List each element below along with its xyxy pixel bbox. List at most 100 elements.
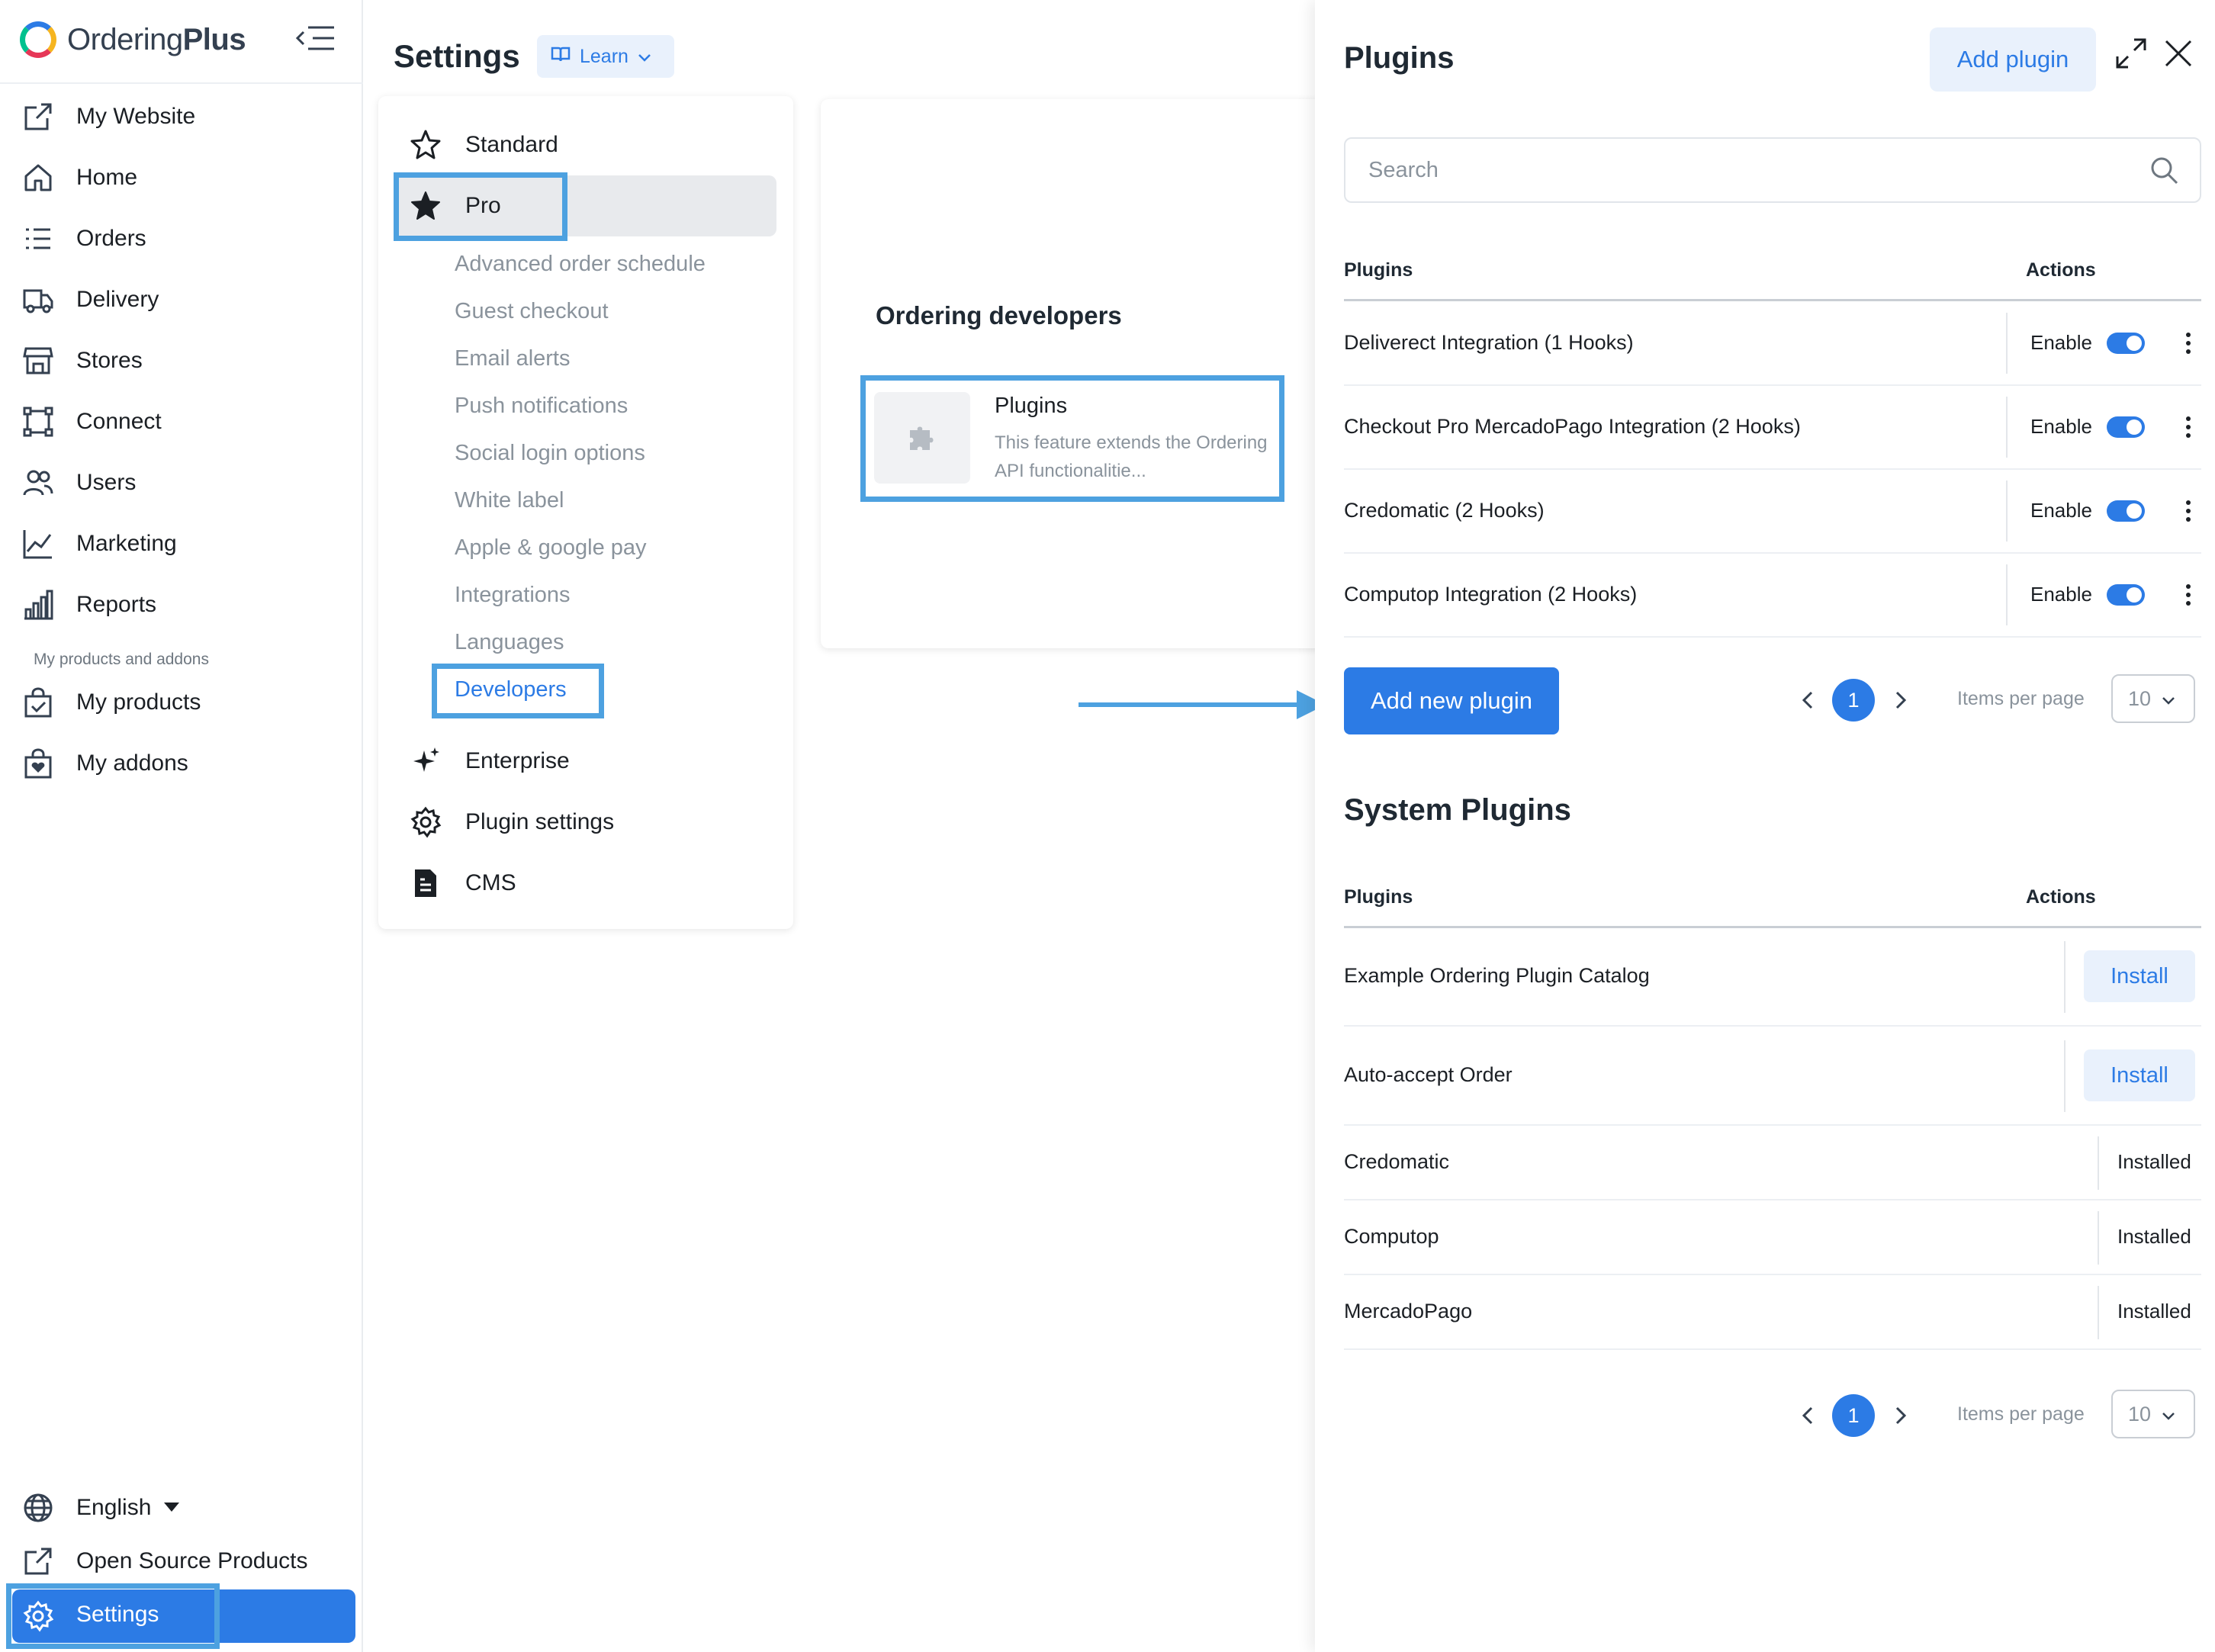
chevron-left-icon[interactable]: [1797, 1400, 1818, 1431]
globe-icon: [20, 1490, 56, 1526]
submenu-developers[interactable]: Developers: [455, 677, 567, 702]
sidebar-item-label: My products: [76, 689, 201, 715]
learn-label: Learn: [580, 45, 628, 67]
enable-toggle[interactable]: [2107, 416, 2145, 438]
column-divider: [2064, 941, 2066, 1013]
sidebar-item-my-products[interactable]: My products: [0, 676, 363, 729]
table-row: Checkout Pro MercadoPago Integration (2 …: [1344, 386, 2201, 470]
sidebar-item-label: Users: [76, 470, 137, 495]
learn-button[interactable]: Learn: [537, 35, 674, 78]
column-divider: [2098, 1136, 2099, 1190]
submenu-guest-checkout[interactable]: Guest checkout: [455, 299, 609, 324]
users-icon: [20, 464, 56, 501]
menu-item-cms[interactable]: CMS: [397, 857, 516, 909]
collapse-menu-icon[interactable]: [294, 21, 337, 55]
menu-item-label: Standard: [465, 132, 558, 157]
sidebar-item-label: Stores: [76, 348, 143, 373]
chevron-right-icon[interactable]: [1890, 1400, 1911, 1431]
menu-item-label: Plugin settings: [465, 809, 615, 834]
install-button[interactable]: Install: [2084, 950, 2195, 1002]
connect-icon: [20, 403, 56, 440]
search-field[interactable]: [1344, 137, 2201, 203]
sidebar-item-home[interactable]: Home: [0, 151, 363, 204]
sidebar-item-stores[interactable]: Stores: [0, 334, 363, 387]
plugin-name: Checkout Pro MercadoPago Integration (2 …: [1344, 415, 1801, 438]
page-number[interactable]: 1: [1832, 1394, 1875, 1437]
chevron-right-icon[interactable]: [1890, 685, 1911, 715]
sidebar-item-settings[interactable]: Settings: [12, 1589, 355, 1643]
submenu-integrations[interactable]: Integrations: [455, 583, 571, 608]
add-plugin-button[interactable]: Add plugin: [1930, 27, 2096, 92]
language-selector[interactable]: English: [0, 1481, 363, 1535]
bag-check-icon: [20, 684, 56, 721]
plugins-tile[interactable]: Plugins This feature extends the Orderin…: [866, 381, 1281, 496]
items-per-page-label: Items per page: [1957, 1403, 2085, 1425]
menu-item-enterprise[interactable]: Enterprise: [397, 735, 570, 787]
submenu-white-label[interactable]: White label: [455, 488, 564, 513]
sidebar-item-my-website[interactable]: My Website: [0, 90, 363, 143]
external-link-icon: [20, 1543, 56, 1580]
sidebar-item-label: Delivery: [76, 287, 159, 312]
page-number[interactable]: 1: [1832, 679, 1875, 722]
column-divider: [2006, 480, 2008, 542]
menu-item-label: Enterprise: [465, 748, 570, 773]
sidebar-item-my-addons[interactable]: My addons: [0, 737, 363, 790]
table-row: MercadoPago Installed: [1344, 1275, 2201, 1350]
plugin-name: Credomatic (2 Hooks): [1344, 499, 1545, 522]
plugin-name: Deliverect Integration (1 Hooks): [1344, 331, 1634, 354]
submenu-advanced-order-schedule[interactable]: Advanced order schedule: [455, 252, 706, 277]
column-header-plugins: Plugins: [1344, 886, 1413, 908]
search-input[interactable]: [1368, 153, 2101, 188]
sidebar-item-delivery[interactable]: Delivery: [0, 273, 363, 326]
table-row: Example Ordering Plugin Catalog Install: [1344, 927, 2201, 1027]
chevron-left-icon[interactable]: [1797, 685, 1818, 715]
developers-card: [821, 99, 1324, 648]
sidebar-item-orders[interactable]: Orders: [0, 212, 363, 265]
items-per-page-select[interactable]: 10: [2111, 1390, 2195, 1438]
sidebar-item-reports[interactable]: Reports: [0, 578, 363, 632]
enable-toggle[interactable]: [2107, 500, 2145, 522]
submenu-email-alerts[interactable]: Email alerts: [455, 346, 571, 371]
sidebar-item-marketing[interactable]: Marketing: [0, 517, 363, 570]
menu-item-pro[interactable]: Pro: [397, 180, 501, 232]
items-per-page-select[interactable]: 10: [2111, 674, 2195, 723]
table-row: Auto-accept Order Install: [1344, 1027, 2201, 1126]
more-options-icon[interactable]: [2184, 333, 2192, 358]
sidebar-item-label: Orders: [76, 226, 146, 251]
system-plugins-title: System Plugins: [1344, 793, 1571, 827]
plugins-tile-description: This feature extends the Ordering API fu…: [995, 432, 1268, 481]
menu-item-plugin-settings[interactable]: Plugin settings: [397, 796, 614, 848]
document-icon: [407, 865, 444, 902]
plugins-tile-title: Plugins: [995, 394, 1068, 418]
submenu-languages[interactable]: Languages: [455, 630, 564, 655]
more-options-icon[interactable]: [2184, 584, 2192, 610]
installed-status: Installed: [2117, 1225, 2191, 1248]
submenu-apple-google-pay[interactable]: Apple & google pay: [455, 535, 647, 561]
column-header-actions: Actions: [2026, 886, 2096, 908]
more-options-icon[interactable]: [2184, 500, 2192, 526]
table-row: Credomatic Installed: [1344, 1126, 2201, 1200]
sidebar-item-users[interactable]: Users: [0, 456, 363, 509]
add-new-plugin-button[interactable]: Add new plugin: [1344, 667, 1559, 734]
more-options-icon[interactable]: [2184, 416, 2192, 442]
annotation-arrow: [1079, 702, 1300, 707]
expand-icon[interactable]: [2113, 35, 2149, 72]
items-per-page-label: Items per page: [1957, 688, 2085, 709]
brand-logo[interactable]: OrderingPlus: [20, 17, 246, 63]
enable-toggle[interactable]: [2107, 584, 2145, 606]
menu-item-standard[interactable]: Standard: [397, 119, 558, 171]
sidebar-item-connect[interactable]: Connect: [0, 395, 363, 448]
sidebar-item-label: Open Source Products: [76, 1548, 308, 1573]
table-row: Credomatic (2 Hooks) Enable: [1344, 470, 2201, 554]
close-icon[interactable]: [2160, 35, 2197, 72]
system-plugin-name: Credomatic: [1344, 1150, 1450, 1173]
install-button[interactable]: Install: [2084, 1049, 2195, 1101]
column-header-plugins: Plugins: [1344, 259, 1413, 281]
gear-icon: [20, 1598, 56, 1634]
chevron-down-icon: [2162, 1403, 2175, 1426]
sidebar-item-open-source[interactable]: Open Source Products: [0, 1535, 363, 1588]
enable-toggle[interactable]: [2107, 333, 2145, 354]
submenu-social-login-options[interactable]: Social login options: [455, 441, 645, 466]
sidebar-item-label: My addons: [76, 750, 188, 776]
submenu-push-notifications[interactable]: Push notifications: [455, 394, 628, 419]
